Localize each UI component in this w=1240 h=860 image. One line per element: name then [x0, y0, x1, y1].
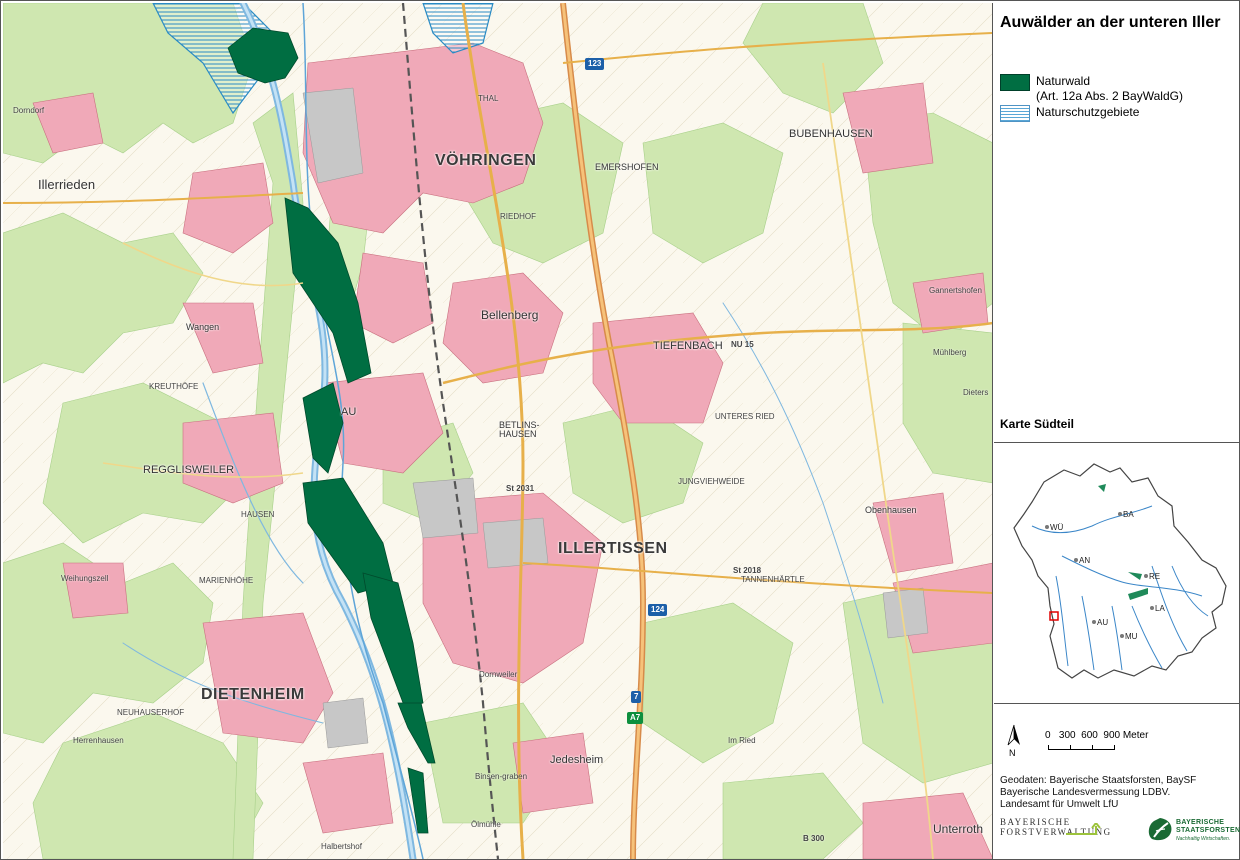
bavaria-outline [1013, 463, 1227, 679]
road-label: B 300 [803, 834, 825, 843]
road-label: NU 15 [731, 340, 754, 349]
town-label: TIEFENBACH [653, 340, 723, 352]
town-label: VÖHRINGEN [435, 152, 537, 169]
town-label: REGGLISWEILER [143, 464, 235, 476]
naturwald-swatch [1000, 74, 1030, 91]
side-panel: Auwälder an der unteren Iller Naturwald … [994, 3, 1240, 859]
town-label: Illerrieden [38, 177, 96, 192]
legend-box: Auwälder an der unteren Iller Naturwald … [994, 3, 1239, 443]
place-label: Herrenhausen [73, 736, 124, 745]
place-label: Dornweiler [479, 670, 518, 679]
place-label: Mühlberg [933, 348, 967, 357]
town-label: Wangen [186, 322, 220, 332]
place-label: Gannertshofen [929, 286, 982, 295]
legend-sublabel: (Art. 12a Abs. 2 BayWaldG) [1036, 89, 1183, 103]
road-badge: 124 [648, 604, 668, 616]
credit-line: Landesamt für Umwelt LfU [1000, 799, 1119, 810]
place-label: KREUTHÖFE [149, 382, 199, 391]
town-label: AU [341, 406, 357, 418]
map-sheet: VÖHRINGEN ILLERTISSEN DIETENHEIM Illerri… [0, 0, 1240, 860]
road-badge: A7 [627, 712, 644, 724]
logo-text: BAYERISCHE [1176, 819, 1225, 826]
credit-line: Bayerische Landesvermessung LDBV. [1000, 787, 1171, 798]
place-label: Binsen-graben [475, 772, 528, 781]
data-credits: Geodaten: Bayerische Staatsforsten, BayS… [1000, 775, 1196, 811]
town-label: BETLINS-HAUSEN [499, 420, 540, 439]
town-label: Bellenberg [481, 308, 539, 322]
topographic-map[interactable]: VÖHRINGEN ILLERTISSEN DIETENHEIM Illerri… [3, 3, 993, 859]
place-label: RIEDHOF [500, 212, 536, 221]
legend-title: Auwälder an der unteren Iller [1000, 14, 1221, 31]
scale-ruler [1048, 745, 1115, 750]
place-label: Weihungszell [61, 574, 109, 583]
place-label: NEUHAUSERHOF [117, 708, 185, 717]
forstverwaltung-logo: BAYERISCHE FORSTVERWALTUNG [1000, 817, 1112, 837]
place-label: TANNENHÄRTLE [741, 575, 805, 584]
town-label: Jedesheim [550, 754, 604, 766]
place-label: MARIENHÖHE [199, 576, 254, 585]
place-label: Dieters [963, 388, 989, 397]
svg-text:N: N [1009, 748, 1016, 757]
place-label: UNTERES RIED [715, 412, 775, 421]
city-label: WÜ [1050, 523, 1064, 532]
town-label: EMERSHOFEN [595, 162, 659, 172]
town-label: Obenhausen [865, 505, 917, 515]
legend-item-nsg: Naturschutzgebiete [1000, 105, 1139, 122]
nature-reserve-swatch [1000, 105, 1030, 122]
place-label: Ölmühle [471, 820, 501, 829]
info-box: N 0 300 600 900 Meter Geodaten: Bayerisc… [994, 705, 1240, 859]
town-label: BUBENHAUSEN [789, 128, 873, 140]
overview-map-box: WÜ BA AN RE LA AU MU [994, 444, 1239, 704]
road-badge: 123 [585, 58, 605, 70]
tree-logo-icon [1148, 818, 1172, 841]
credit-line: Geodaten: Bayerische Staatsforsten, BayS… [1000, 775, 1197, 786]
city-label: AN [1079, 556, 1090, 565]
place-label: HAUSEN [241, 510, 275, 519]
city-label: AU [1097, 618, 1108, 627]
road-label: St 2031 [506, 484, 535, 493]
logo-arrow-icon [1066, 823, 1101, 835]
scale-bar: N 0 300 600 900 Meter [1000, 723, 1232, 763]
bavaria-overview-map[interactable]: WÜ BA AN RE LA AU MU [1002, 456, 1230, 692]
logo-slogan: Nachhaltig Wirtschaften. [1176, 836, 1231, 842]
road-label: St 2018 [733, 566, 762, 575]
legend-item-naturwald: Naturwald (Art. 12a Abs. 2 BayWaldG) [1000, 74, 1183, 104]
place-label: JUNGVIEHWEIDE [678, 477, 745, 486]
staatsforsten-logo: BAYERISCHE STAATSFORSTEN Nachhaltig Wirt… [1146, 817, 1240, 848]
legend-label: Naturschutzgebiete [1036, 105, 1140, 119]
place-label: THAL [478, 94, 499, 103]
sheet-label: Karte Südteil [1000, 417, 1075, 431]
city-label: LA [1155, 604, 1165, 613]
legend-label: Naturwald [1036, 74, 1091, 88]
town-label: Unterroth [933, 822, 984, 836]
place-label: Dorndorf [13, 106, 45, 115]
logo-text: STAATSFORSTEN [1176, 827, 1240, 834]
town-label: DIETENHEIM [201, 686, 305, 703]
place-label: Im Ried [728, 736, 756, 745]
road-badge: 7 [631, 691, 642, 703]
north-arrow-icon: N [1007, 724, 1020, 757]
town-label: ILLERTISSEN [558, 540, 668, 557]
place-label: Halbertshof [321, 842, 362, 851]
scale-labels: 0 300 600 900 Meter [1045, 730, 1149, 741]
city-label: MU [1125, 632, 1138, 641]
city-label: RE [1149, 572, 1160, 581]
city-label: BA [1123, 510, 1134, 519]
